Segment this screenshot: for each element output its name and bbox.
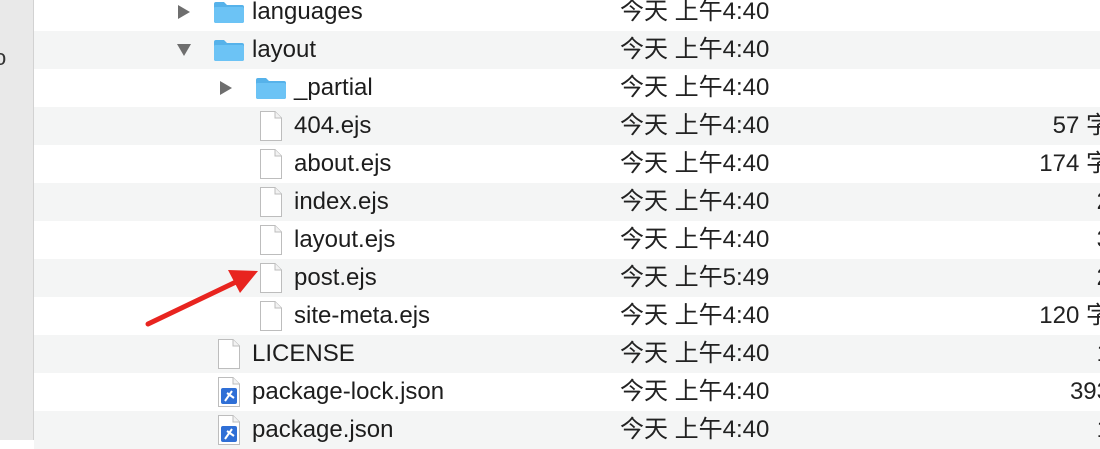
file-size: 393 <box>1069 378 1100 405</box>
date-modified: 今天 上午4:40 <box>620 188 770 215</box>
json-file-icon <box>217 411 251 449</box>
document-icon <box>259 183 293 221</box>
file-name: 404.ejs <box>294 112 372 139</box>
file-list: languages 今天 上午4:40 layout 今天 上午4:40 _partia… <box>34 0 1100 449</box>
folder-icon <box>255 69 289 107</box>
file-size: 2 <box>1097 259 1100 297</box>
disclosure-collapsed-icon[interactable] <box>174 0 196 31</box>
file-name: site-meta.ejs <box>294 302 431 329</box>
document-icon <box>259 297 293 335</box>
file-row[interactable]: site-meta.ejs 今天 上午4:40 120 字 <box>34 297 1100 335</box>
date-modified: 今天 上午4:40 <box>620 226 770 253</box>
date-modified: 今天 上午4:40 <box>620 340 770 367</box>
file-row[interactable]: about.ejs 今天 上午4:40 174 字 <box>34 145 1100 183</box>
date-modified: 今天 上午5:49 <box>620 264 770 291</box>
file-row[interactable]: post.ejs 今天 上午5:49 2 <box>34 259 1100 297</box>
file-row[interactable]: layout.ejs 今天 上午4:40 3 <box>34 221 1100 259</box>
file-name: package.json <box>252 416 394 443</box>
file-name: LICENSE <box>252 340 355 367</box>
date-modified: 今天 上午4:40 <box>620 74 770 101</box>
file-name: languages <box>252 0 363 25</box>
file-size: 174 字 <box>1039 150 1100 177</box>
file-row[interactable]: 404.ejs 今天 上午4:40 57 字 <box>34 107 1100 145</box>
date-modified: 今天 上午4:40 <box>620 416 770 443</box>
date-modified: 今天 上午4:40 <box>620 378 770 405</box>
file-size: 3 <box>1097 221 1100 259</box>
file-size: 120 字 <box>1039 302 1100 329</box>
date-modified: 今天 上午4:40 <box>620 112 770 139</box>
file-size: 57 字 <box>1052 112 1100 139</box>
date-modified: 今天 上午4:40 <box>620 302 770 329</box>
file-row[interactable]: package.json 今天 上午4:40 1 <box>34 411 1100 449</box>
file-name: package-lock.json <box>252 378 445 405</box>
file-size: 1 <box>1097 335 1100 373</box>
disclosure-expanded-icon[interactable] <box>174 31 196 69</box>
file-row[interactable]: LICENSE 今天 上午4:40 1 <box>34 335 1100 373</box>
document-icon <box>259 145 293 183</box>
date-modified: 今天 上午4:40 <box>620 36 770 63</box>
document-icon <box>217 335 251 373</box>
date-modified: 今天 上午4:40 <box>620 150 770 177</box>
file-name: layout.ejs <box>294 226 396 253</box>
folder-icon <box>213 31 247 69</box>
finder-sidebar: o <box>0 0 34 440</box>
date-modified: 今天 上午4:40 <box>620 0 770 25</box>
file-row[interactable]: index.ejs 今天 上午4:40 2 <box>34 183 1100 221</box>
folder-icon <box>213 0 247 31</box>
file-size: 2 <box>1097 183 1100 221</box>
file-row[interactable]: languages 今天 上午4:40 <box>34 0 1100 31</box>
file-name: post.ejs <box>294 264 377 291</box>
document-icon <box>259 259 293 297</box>
document-icon <box>259 107 293 145</box>
sidebar-text-fragment: o <box>0 45 6 71</box>
file-name: _partial <box>294 74 373 101</box>
file-row[interactable]: layout 今天 上午4:40 <box>34 31 1100 69</box>
file-name: layout <box>252 36 317 63</box>
json-file-icon <box>217 373 251 411</box>
disclosure-collapsed-icon[interactable] <box>216 69 238 107</box>
file-size: 1 <box>1097 411 1100 449</box>
file-row[interactable]: package-lock.json 今天 上午4:40 393 <box>34 373 1100 411</box>
file-name: index.ejs <box>294 188 389 215</box>
file-name: about.ejs <box>294 150 392 177</box>
file-row[interactable]: _partial 今天 上午4:40 <box>34 69 1100 107</box>
document-icon <box>259 221 293 259</box>
